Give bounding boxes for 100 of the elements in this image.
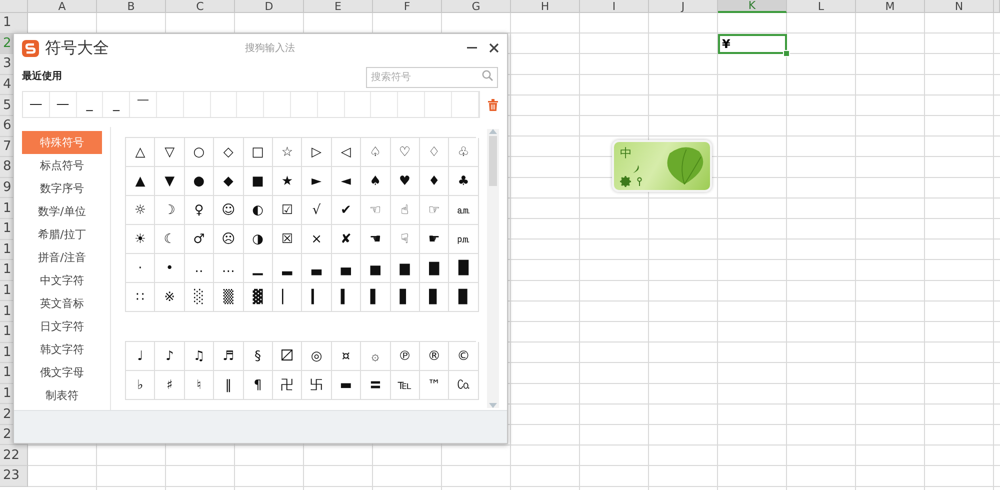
symbol-key[interactable]: ★ [272,167,302,196]
symbol-key[interactable]: × [302,225,332,254]
symbol-key[interactable]: ▓ [244,283,273,312]
symbol-key[interactable]: ☹ [214,225,244,254]
symbol-key[interactable]: ▄ [332,254,362,283]
category-tab[interactable]: 数学/单位 [22,200,102,223]
symbol-key[interactable]: ♧ [449,138,479,167]
symbol-key[interactable]: ♡ [390,138,420,167]
symbol-key[interactable]: ▎ [302,283,332,312]
symbol-key[interactable]: ◐ [244,196,273,225]
symbol-key[interactable]: ‥ [184,254,214,283]
symbol-key[interactable]: ♦ [420,167,450,196]
symbol-key[interactable]: ◆ [214,167,244,196]
symbol-key[interactable]: ▆ [390,254,420,283]
symbol-key[interactable]: ◎ [302,342,332,371]
symbol-key[interactable]: ♬ [214,342,244,371]
symbol-key[interactable]: ░ [184,283,214,312]
symbol-key[interactable]: · [126,254,156,283]
symbol-key[interactable]: ▽ [155,138,185,167]
symbol-key[interactable]: ▒ [214,283,244,312]
symbol-key[interactable]: ▊ [420,283,450,312]
column-header[interactable]: G [442,0,511,13]
category-tab[interactable]: 英文音标 [22,292,102,315]
symbol-key[interactable]: ▅ [361,254,391,283]
symbol-key[interactable]: ☚ [361,225,391,254]
symbol-key[interactable]: § [244,342,273,371]
column-header[interactable]: H [511,0,580,13]
symbol-key[interactable]: ☺ [214,196,244,225]
symbol-key[interactable]: ∷ [126,283,156,312]
symbol-key[interactable]: ♂ [184,225,214,254]
symbol-key[interactable]: ☽ [155,196,185,225]
symbol-key[interactable]: ▋ [390,283,420,312]
symbol-key[interactable]: ♭ [126,371,156,400]
row-header[interactable]: 23 [0,466,28,487]
moon-icon[interactable] [632,164,640,174]
input-mode-button[interactable]: 中 [620,145,632,162]
symbol-key[interactable]: … [214,254,244,283]
symbol-key[interactable]: ☾ [155,225,185,254]
symbol-key[interactable]: ◑ [244,225,273,254]
symbol-key[interactable]: ♀ [184,196,214,225]
column-header[interactable]: M [856,0,925,13]
column-header[interactable]: L [787,0,856,13]
symbol-key[interactable]: ☼ [126,196,156,225]
scrollbar-thumb[interactable] [489,136,497,186]
symbol-key[interactable]: ♩ [126,342,156,371]
symbol-key[interactable]: ▌ [361,283,391,312]
symbol-key[interactable]: ¶ [244,371,273,400]
symbol-key[interactable]: ☒ [272,225,302,254]
symbol-key[interactable]: ☆ [272,138,302,167]
trash-icon[interactable] [488,98,498,110]
symbol-key[interactable]: • [155,254,185,283]
symbol-key[interactable]: ○ [184,138,214,167]
symbol-key[interactable]: ▇ [420,254,450,283]
scroll-down-icon[interactable] [489,403,497,408]
symbol-key[interactable]: ☟ [390,225,420,254]
symbol-key[interactable]: ● [184,167,214,196]
symbol-key[interactable]: △ [126,138,156,167]
category-tab[interactable]: 数字序号 [22,177,102,200]
symbol-key[interactable]: © [449,342,479,371]
column-header[interactable]: J [649,0,718,13]
symbol-key[interactable]: ♮ [184,371,214,400]
symbol-key[interactable]: ※ [155,283,185,312]
close-icon[interactable] [489,43,499,53]
symbol-key[interactable]: 〓 [361,371,391,400]
symbol-key[interactable]: ☞ [420,196,450,225]
category-tab[interactable]: 拼音/注音 [22,246,102,269]
symbol-key[interactable]: ℗ [390,342,420,371]
symbol-key[interactable]: ☛ [420,225,450,254]
symbol-key[interactable]: ‖ [214,371,244,400]
symbol-key[interactable]: ㏇ [449,371,479,400]
category-tab[interactable]: 希腊/拉丁 [22,223,102,246]
column-header[interactable]: A [28,0,97,13]
symbol-key[interactable]: 〼 [272,342,302,371]
category-tab[interactable]: 韩文字符 [22,338,102,361]
symbol-key[interactable]: ☝ [390,196,420,225]
settings-icon[interactable] [620,176,631,187]
symbol-key[interactable]: ℡ [390,371,420,400]
category-tab[interactable]: 标点符号 [22,154,102,177]
column-header[interactable]: B [97,0,166,13]
symbol-key[interactable]: ㏂ [449,196,479,225]
symbol-key[interactable]: ® [420,342,450,371]
row-header[interactable]: 1 [0,13,28,34]
symbol-key[interactable]: ✘ [332,225,362,254]
symbol-key[interactable]: ▉ [449,283,479,312]
column-header[interactable]: D [235,0,304,13]
symbol-key[interactable]: ۞ [361,342,391,371]
symbol-key[interactable]: ㏘ [449,225,479,254]
symbol-key[interactable]: ▲ [126,167,156,196]
symbol-key[interactable]: 卐 [302,371,332,400]
symbol-key[interactable]: ► [302,167,332,196]
symbol-key[interactable]: ♥ [390,167,420,196]
column-header[interactable]: E [304,0,373,13]
select-all-corner[interactable] [0,0,28,13]
column-header[interactable]: I [580,0,649,13]
symbol-key[interactable]: ♪ [155,342,185,371]
symbol-key[interactable]: ♯ [155,371,185,400]
symbol-key[interactable]: ♣ [449,167,479,196]
symbol-key[interactable]: ♤ [361,138,391,167]
symbol-key[interactable]: ☑ [272,196,302,225]
symbol-key[interactable]: ▂ [272,254,302,283]
